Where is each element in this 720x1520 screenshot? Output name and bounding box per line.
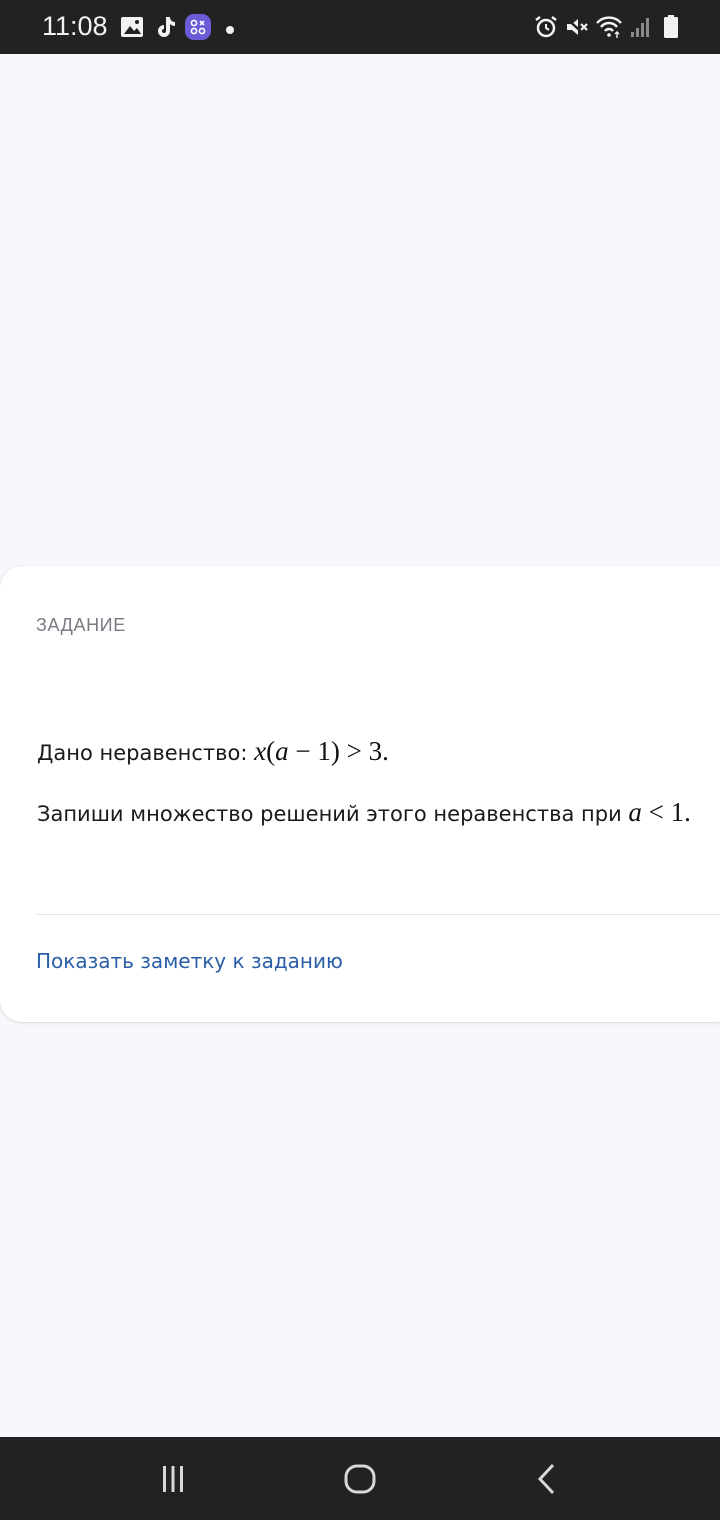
task-statement-text: Дано неравенство: [37,741,255,765]
inequality-formula: x(a − 1) > 3. [254,736,389,766]
card-divider [36,914,720,915]
signal-icon [628,14,654,40]
wifi-icon [595,14,622,40]
home-icon[interactable] [338,1457,382,1501]
condition-formula: a < 1. [628,797,691,827]
task-statement: Дано неравенство: x(a − 1) > 3. [37,736,389,767]
battery-icon [660,14,686,40]
back-icon[interactable] [526,1457,570,1501]
app-badge-icon [185,13,211,41]
tiktok-icon [152,14,178,40]
dot-icon [224,21,236,34]
navigation-bar [0,1437,720,1520]
recent-apps-icon[interactable] [151,1457,195,1501]
task-question-text: Запиши множество решений этого неравенст… [37,802,629,826]
screen-content: ЗАДАНИЕ Дано неравенство: x(a − 1) > 3. … [0,54,720,1437]
gallery-icon [119,14,145,40]
show-note-link[interactable]: Показать заметку к заданию [36,949,343,973]
task-card: ЗАДАНИЕ Дано неравенство: x(a − 1) > 3. … [0,566,720,1022]
mute-icon [564,14,590,40]
status-time: 11:08 [42,11,108,41]
alarm-icon [533,14,559,40]
task-question: Запиши множество решений этого неравенст… [37,797,691,828]
status-bar: 11:08 [0,0,720,54]
task-card-label: ЗАДАНИЕ [36,615,126,635]
